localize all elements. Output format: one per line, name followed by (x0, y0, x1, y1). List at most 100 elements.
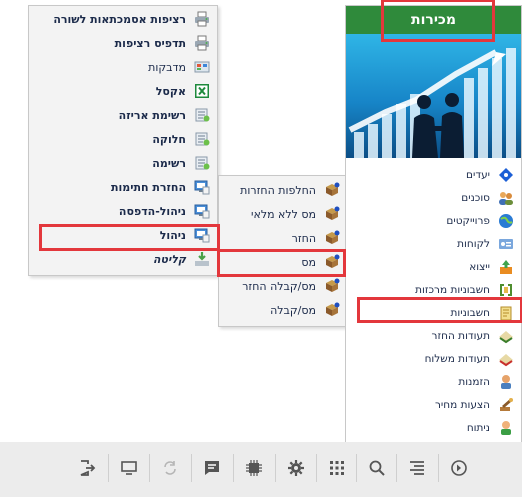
tax-submenu-item-reference-sequence[interactable]: רציפות אסמכתאות לשורה (29, 7, 217, 31)
sales-item-analysis[interactable]: ניתוח (346, 416, 521, 439)
menu-item-label: ייצוא (469, 260, 490, 273)
menu-item-label: רציפות אסמכתאות לשורה (53, 12, 186, 26)
tax-icon (323, 254, 341, 270)
return-docs-icon (497, 328, 515, 344)
invoices-icon (497, 305, 515, 321)
sales-panel: מכירות יעדים סוכנים פרוייקטים לקוחות ייצ… (345, 5, 522, 444)
menu-item-label: החלפות החזרות (240, 183, 316, 197)
chat-icon[interactable] (195, 452, 229, 484)
tax-submenu-item-management[interactable]: ניהול (29, 223, 217, 247)
tax-submenu: רציפות אסמכתאות לשורה תדפיס רציפות מדבקות א… (28, 5, 218, 276)
menu-item-label: ניתוח (466, 421, 490, 434)
forward-circle-icon[interactable] (442, 452, 476, 484)
menu-item-label: מס ללא מלאי (251, 207, 316, 221)
toolbar-separator (396, 454, 397, 482)
toolbar-separator (191, 454, 192, 482)
tax-submenu-item-excel[interactable]: אקסל (29, 79, 217, 103)
sales-item-target-diamond[interactable]: יעדים (346, 163, 521, 186)
central-invoices-icon (497, 282, 515, 298)
return-signatures-icon (193, 179, 211, 195)
menu-item-label: מדבקות (148, 60, 186, 74)
sales-item-return-docs[interactable]: תעודות החזר (346, 324, 521, 347)
sales-item-export-box[interactable]: ייצוא (346, 255, 521, 278)
menu-item-label: רשימת אריזה (118, 108, 186, 122)
logout-icon[interactable] (70, 452, 104, 484)
sales-item-projects-globe[interactable]: פרוייקטים (346, 209, 521, 232)
apps-grid-icon[interactable] (320, 452, 354, 484)
sales-header[interactable]: מכירות (346, 6, 521, 34)
sales-item-customers-card[interactable]: לקוחות (346, 232, 521, 255)
chip-icon[interactable] (237, 452, 271, 484)
menu-lines-icon[interactable] (400, 452, 434, 484)
monitor-icon[interactable] (112, 452, 146, 484)
menu-item-label: קליטה (152, 252, 186, 266)
menu-item-label: הזמנות (458, 375, 490, 388)
sales-item-orders[interactable]: הזמנות (346, 370, 521, 393)
sales-item-invoices[interactable]: חשבוניות (346, 301, 521, 324)
tax-submenu-item-return-signatures[interactable]: החזרת חתימות (29, 175, 217, 199)
tax-submenu-item-sequence-printout[interactable]: תדפיס רציפות (29, 31, 217, 55)
invoice-submenu: החלפות החזרות מס ללא מלאי החזר מס מס/קבלה הח… (218, 175, 348, 327)
sequence-printout-icon (193, 35, 211, 51)
sales-item-delivery-docs[interactable]: תעודות משלוח (346, 347, 521, 370)
menu-item-label: ניהול-הדפסה (118, 204, 186, 218)
menu-item-label: ניהול (159, 228, 186, 242)
menu-item-label: יעדים (466, 168, 490, 181)
toolbar-separator (356, 454, 357, 482)
toolbar-separator (316, 454, 317, 482)
menu-item-label: חשבוניות (450, 306, 490, 319)
import-icon (193, 251, 211, 267)
menu-item-label: לקוחות (457, 237, 490, 250)
invoice-submenu-item-tax-receipt-refund[interactable]: מס/קבלה החזר (219, 274, 347, 298)
list-icon (193, 155, 211, 171)
sales-item-agents[interactable]: סוכנים (346, 186, 521, 209)
menu-item-label: פרוייקטים (446, 214, 490, 227)
toolbar-separator (149, 454, 150, 482)
orders-icon (497, 374, 515, 390)
excel-icon (193, 83, 211, 99)
sales-banner-image (346, 34, 521, 158)
menu-item-label: הצעות מחיר (434, 398, 490, 411)
search-icon[interactable] (360, 452, 394, 484)
tax-submenu-item-packing-list[interactable]: רשימת אריזה (29, 103, 217, 127)
settings-gear-icon[interactable] (279, 452, 313, 484)
menu-item-label: תדפיס רציפות (114, 36, 186, 50)
invoice-submenu-item-tax-receipt[interactable]: מס/קבלה (219, 298, 347, 322)
tax-submenu-item-print-management[interactable]: ניהול-הדפסה (29, 199, 217, 223)
sales-item-price-quotes[interactable]: הצעות מחיר (346, 393, 521, 416)
tax-no-stock-icon (323, 206, 341, 222)
projects-globe-icon (497, 213, 515, 229)
price-quotes-icon (497, 397, 515, 413)
tax-submenu-item-stickers[interactable]: מדבקות (29, 55, 217, 79)
menu-item-label: מס/קבלה החזר (242, 279, 316, 293)
sales-item-central-invoices[interactable]: חשבוניות מרכזות (346, 278, 521, 301)
invoice-submenu-item-tax[interactable]: מס (219, 250, 347, 274)
menu-item-label: תעודות החזר (431, 329, 490, 342)
target-diamond-icon (497, 167, 515, 183)
customers-card-icon (497, 236, 515, 252)
invoice-submenu-item-refund[interactable]: החזר (219, 226, 347, 250)
menu-item-label: רשימה (152, 156, 186, 170)
sync-icon[interactable] (153, 452, 187, 484)
menu-item-label: תעודות משלוח (424, 352, 490, 365)
packing-list-icon (193, 107, 211, 123)
menu-item-label: אקסל (155, 84, 186, 98)
distribution-icon (193, 131, 211, 147)
export-box-icon (497, 259, 515, 275)
tax-submenu-item-distribution[interactable]: חלוקה (29, 127, 217, 151)
management-icon (193, 227, 211, 243)
analysis-icon (497, 420, 515, 436)
tax-submenu-item-import[interactable]: קליטה (29, 247, 217, 271)
menu-item-label: חלוקה (152, 132, 186, 146)
menu-item-label: חשבוניות מרכזות (415, 283, 490, 296)
tax-receipt-icon (323, 302, 341, 318)
stickers-icon (193, 59, 211, 75)
invoice-submenu-item-exchange-returns[interactable]: החלפות החזרות (219, 178, 347, 202)
exchange-returns-icon (323, 182, 341, 198)
invoice-submenu-item-tax-no-stock[interactable]: מס ללא מלאי (219, 202, 347, 226)
refund-icon (323, 230, 341, 246)
toolbar-separator (275, 454, 276, 482)
toolbar-separator (108, 454, 109, 482)
print-management-icon (193, 203, 211, 219)
tax-submenu-item-list[interactable]: רשימה (29, 151, 217, 175)
